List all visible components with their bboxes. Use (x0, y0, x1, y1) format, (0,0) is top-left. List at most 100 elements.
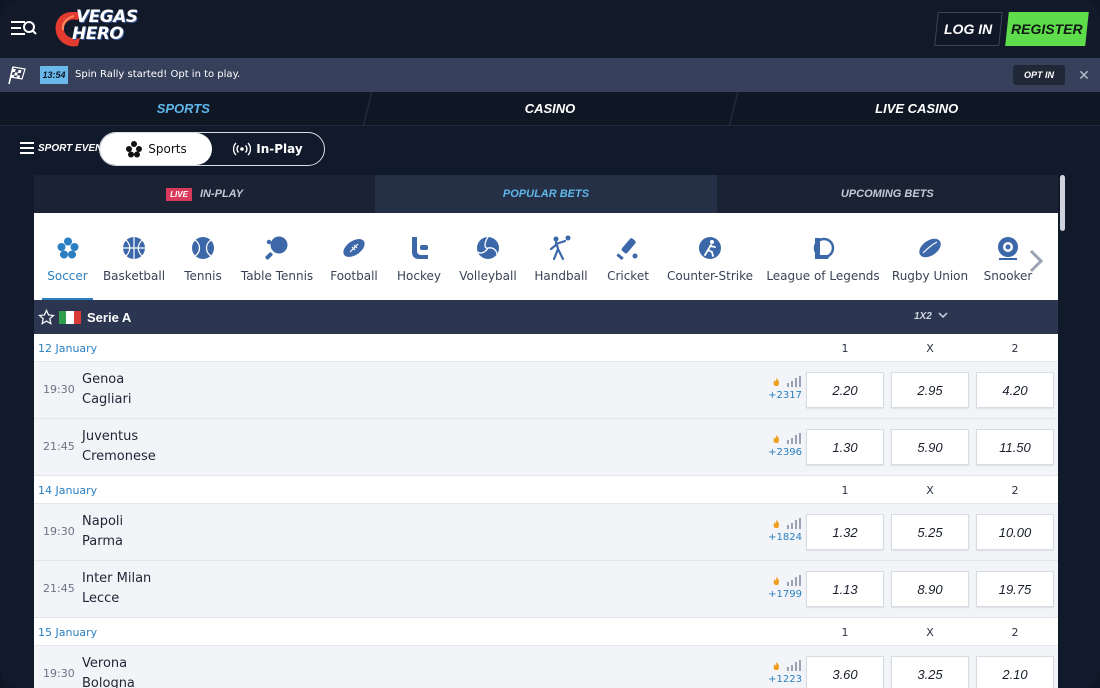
odds-button-x[interactable]: 3.25 (891, 656, 969, 688)
star-icon[interactable] (38, 309, 55, 326)
match-row[interactable]: 21:45 Juventus Cremonese +2396 1.30 5.90… (34, 419, 1058, 476)
more-markets-count[interactable]: +1223 (762, 674, 802, 685)
counter-strike-icon (699, 237, 721, 259)
league-header: Serie A 1X2 (34, 300, 1058, 334)
sport-item-soccer[interactable]: Soccer (42, 222, 93, 300)
login-label: LOG IN (944, 21, 993, 37)
snooker-icon (998, 237, 1018, 260)
sport-label: Soccer (47, 269, 88, 283)
brand-wordmark: VEGAS HERO (72, 9, 138, 43)
odds-button-2[interactable]: 4.20 (976, 372, 1054, 408)
match-row[interactable]: 21:45 Inter Milan Lecce +1799 1.13 8.90 … (34, 561, 1058, 618)
sport-category-strip: Soccer Basketball Tennis Table Tennis Fo… (34, 222, 1058, 300)
sport-item-counter-strike[interactable]: Counter-Strike (667, 222, 754, 300)
register-button[interactable]: REGISTER (1005, 12, 1089, 46)
sport-item-snooker[interactable]: Snooker (984, 222, 1032, 300)
market-selector[interactable]: 1X2 (914, 311, 948, 322)
match-time: 21:45 (43, 440, 75, 453)
tab-popular-bets[interactable]: POPULAR BETS (375, 175, 717, 213)
fire-stats-icon (773, 518, 801, 529)
sport-item-league-of-legends[interactable]: League of Legends (766, 222, 880, 300)
odds-button-1[interactable]: 1.13 (806, 571, 884, 607)
tab-in-play-label: IN-PLAY (199, 188, 244, 200)
menu-search-icon[interactable] (10, 16, 38, 42)
fire-stats-icon (773, 376, 801, 387)
top-header: VEGAS HERO LOG IN REGISTER (0, 0, 1100, 58)
more-markets-count[interactable]: +1799 (762, 589, 802, 600)
hockey-icon (412, 237, 428, 259)
sport-label: Counter-Strike (667, 269, 754, 283)
odds-button-x[interactable]: 8.90 (891, 571, 969, 607)
soccer-icon (57, 237, 78, 259)
home-team: Genoa (82, 372, 125, 387)
sport-item-rugby-union[interactable]: Rugby Union (892, 222, 968, 300)
sport-label: Rugby Union (891, 269, 969, 283)
close-icon[interactable]: ✕ (1077, 68, 1091, 82)
odds-button-1[interactable]: 3.60 (806, 656, 884, 688)
tab-sports[interactable]: SPORTS (0, 92, 367, 125)
promo-bar: 13:54 Spin Rally started! Opt in to play… (0, 58, 1100, 92)
sport-item-cricket[interactable]: Cricket (604, 222, 652, 300)
more-markets-count[interactable]: +2317 (762, 390, 802, 401)
italy-flag-icon (59, 311, 81, 324)
odds-button-x[interactable]: 5.90 (891, 429, 969, 465)
away-team: Bologna (82, 676, 135, 688)
more-markets-count[interactable]: +2396 (762, 447, 802, 458)
match-row[interactable]: 19:30 Verona Bologna +1223 3.60 3.25 2.1… (34, 646, 1058, 688)
odds-button-2[interactable]: 19.75 (976, 571, 1054, 607)
away-team: Lecce (82, 591, 120, 606)
hamburger-icon (20, 142, 34, 154)
table-tennis-icon (265, 236, 288, 260)
rugby-icon (919, 238, 941, 258)
cricket-icon (616, 238, 638, 261)
odds-button-1[interactable]: 1.32 (806, 514, 884, 550)
tab-casino[interactable]: CASINO (367, 92, 734, 125)
toggle-sports[interactable]: Sports (100, 133, 212, 165)
login-button[interactable]: LOG IN (934, 12, 1003, 46)
brand-line-2: HERO (72, 24, 124, 44)
basketball-icon (123, 237, 145, 259)
chevron-right-icon[interactable] (1026, 248, 1046, 274)
sport-item-volleyball[interactable]: Volleyball (459, 222, 517, 300)
tab-live-casino[interactable]: LIVE CASINO (733, 92, 1100, 125)
toggle-in-play[interactable]: In-Play (212, 133, 324, 165)
sport-item-basketball[interactable]: Basketball (103, 222, 165, 300)
sport-item-table-tennis[interactable]: Table Tennis (241, 222, 313, 300)
odds-button-2[interactable]: 2.10 (976, 656, 1054, 688)
toggle-in-play-label: In-Play (256, 142, 303, 156)
odds-button-2[interactable]: 11.50 (976, 429, 1054, 465)
odds-button-1[interactable]: 2.20 (806, 372, 884, 408)
odds-button-2[interactable]: 10.00 (976, 514, 1054, 550)
fire-stats-icon (773, 575, 801, 586)
bet-tabs: LIVE IN-PLAY POPULAR BETS UPCOMING BETS (34, 175, 1058, 213)
register-label: REGISTER (1011, 21, 1083, 37)
scrollbar[interactable] (1060, 175, 1065, 231)
odds-header-1: 1 (841, 342, 849, 355)
odds-header-2: 2 (1011, 484, 1019, 497)
odds-header-x: X (926, 626, 934, 639)
sport-item-tennis[interactable]: Tennis (182, 222, 224, 300)
away-team: Parma (82, 534, 123, 549)
sport-label: League of Legends (766, 269, 880, 283)
tab-in-play[interactable]: LIVE IN-PLAY (34, 175, 375, 213)
opt-in-button[interactable]: OPT IN (1013, 65, 1065, 85)
more-markets-count[interactable]: +1824 (762, 532, 802, 543)
date-row: 15 January 1 X 2 (34, 618, 1058, 646)
odds-header-1: 1 (841, 484, 849, 497)
match-row[interactable]: 19:30 Napoli Parma +1824 1.32 5.25 10.00 (34, 504, 1058, 561)
promo-timer: 13:54 (40, 66, 68, 84)
sport-item-hockey[interactable]: Hockey (396, 222, 442, 300)
odds-button-x[interactable]: 5.25 (891, 514, 969, 550)
match-row[interactable]: 19:30 Genoa Cagliari +2317 2.20 2.95 4.2… (34, 362, 1058, 419)
odds-button-1[interactable]: 1.30 (806, 429, 884, 465)
tab-upcoming-bets[interactable]: UPCOMING BETS (717, 175, 1058, 213)
sports-inplay-toggle: Sports In-Play (99, 132, 325, 166)
sport-item-handball[interactable]: Handball (534, 222, 588, 300)
sport-item-football[interactable]: Football (330, 222, 378, 300)
odds-button-x[interactable]: 2.95 (891, 372, 969, 408)
away-team: Cremonese (82, 449, 156, 464)
match-time: 19:30 (43, 525, 75, 538)
sport-label: Handball (534, 269, 588, 283)
toggle-sports-label: Sports (148, 142, 187, 156)
odds-header-x: X (926, 484, 934, 497)
